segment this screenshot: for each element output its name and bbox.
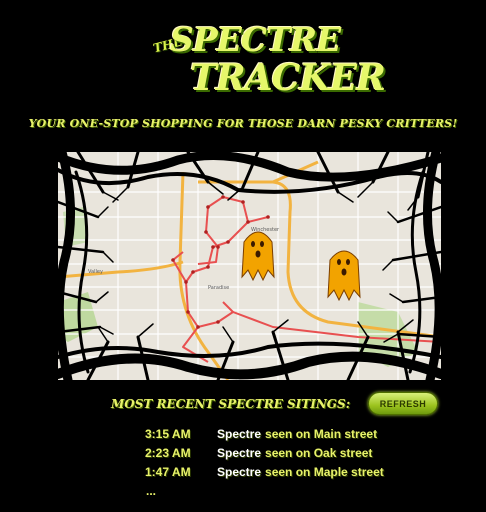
map-label-paradise: Paradise (208, 285, 230, 291)
sighting-detail: seen on Maple street (265, 464, 384, 479)
list-item: 1:47 AM Spectre seen on Maple street (145, 462, 384, 481)
list-item: 2:23 AM Spectre seen on Oak street (145, 443, 384, 462)
map-label-winchester: Winchester (251, 227, 280, 233)
sighting-time: 3:15 AM (145, 426, 191, 441)
sightings-heading: Most Recent Spectre Sitings: (111, 397, 351, 411)
logo-tracker-text: TRACKER (190, 57, 386, 99)
sighting-time: 2:23 AM (145, 445, 191, 460)
sighting-name: Spectre (217, 445, 262, 460)
sighting-name: Spectre (217, 426, 262, 441)
logo-spectre-text: SPECTRE (170, 20, 341, 59)
more-sightings-indicator: ... (146, 484, 157, 498)
sighting-time: 1:47 AM (145, 464, 191, 479)
list-item: 3:15 AM Spectre seen on Main street (145, 424, 384, 443)
tagline: Your one-stop shopping for those darn pe… (28, 117, 458, 130)
map-label-valley: Valley (88, 269, 103, 275)
refresh-button[interactable]: REFRESH (368, 392, 438, 415)
sighting-name: Spectre (217, 464, 262, 479)
map-graphic (58, 152, 441, 380)
sighting-detail: seen on Main street (265, 426, 378, 441)
sighting-detail: seen on Oak street (265, 445, 373, 460)
spectre-tracker-logo: THE SPECTRE TRACKER (150, 18, 386, 100)
sighting-list: 3:15 AM Spectre seen on Main street 2:23… (145, 424, 384, 481)
spectre-map[interactable]: Winchester Paradise Valley (58, 152, 441, 380)
